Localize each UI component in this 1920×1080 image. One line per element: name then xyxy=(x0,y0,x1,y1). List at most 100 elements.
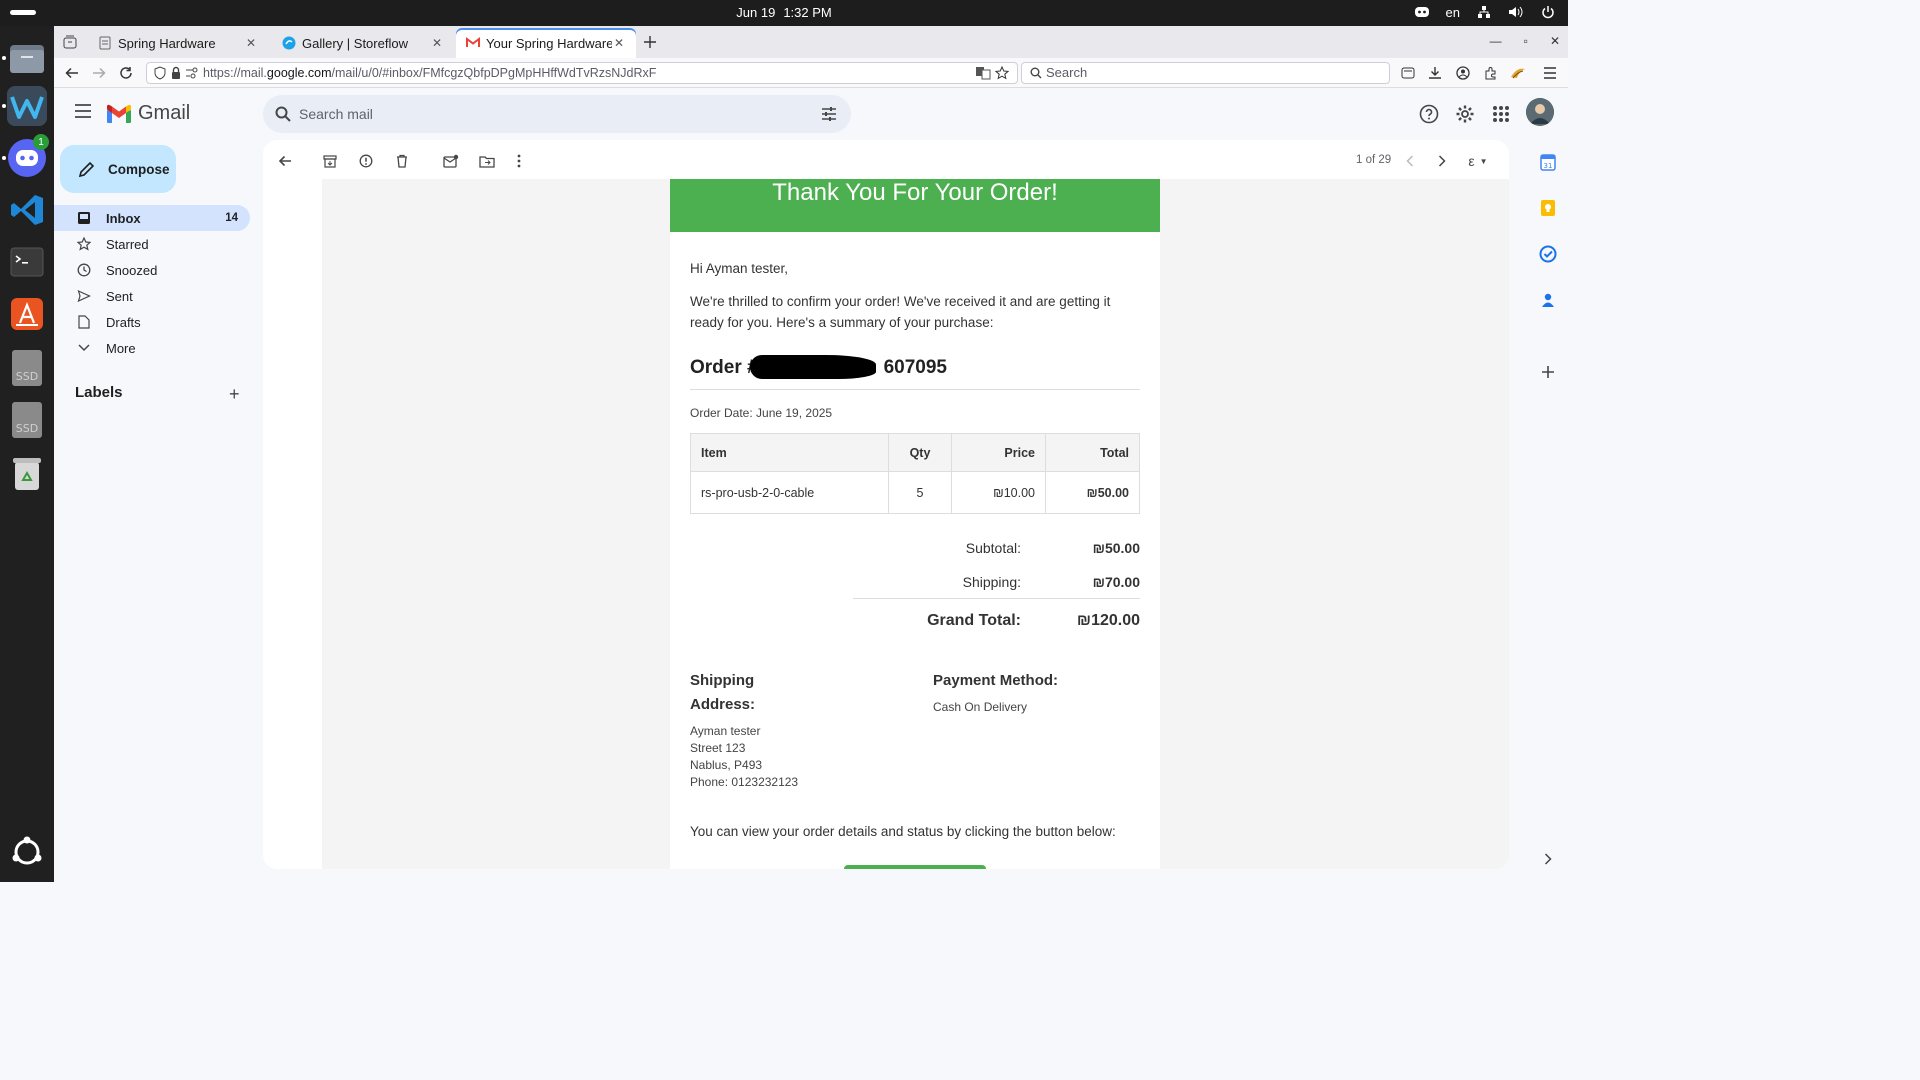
add-label-icon[interactable]: + xyxy=(229,384,240,405)
discord-app-icon[interactable]: 1 xyxy=(7,134,49,178)
tab-gmail-order[interactable]: Your Spring Hardware Or ✕ xyxy=(456,28,636,58)
nav-label: Starred xyxy=(106,236,149,252)
permissions-icon[interactable] xyxy=(184,65,200,81)
close-tab-icon[interactable]: ✕ xyxy=(430,36,444,50)
downloads-icon[interactable] xyxy=(1427,65,1443,81)
heading-line: Shipping xyxy=(690,672,755,689)
tab-list-icon[interactable] xyxy=(62,34,78,50)
view-order-button[interactable] xyxy=(844,865,986,869)
mark-unread-icon[interactable] xyxy=(443,153,459,169)
minimize-icon[interactable]: — xyxy=(1490,34,1502,48)
inbox-icon xyxy=(76,210,92,226)
settings-gear-icon[interactable] xyxy=(1454,103,1476,125)
move-to-icon[interactable] xyxy=(479,153,495,169)
discord-tray-icon[interactable] xyxy=(1414,4,1430,20)
new-tab-icon[interactable] xyxy=(642,34,658,50)
search-icon[interactable] xyxy=(275,106,291,125)
grand-total-label: Grand Total: xyxy=(927,612,1021,629)
back-arrow-icon[interactable] xyxy=(277,153,293,169)
browser-search-field[interactable]: Search xyxy=(1021,62,1390,84)
maximize-icon[interactable]: ▫ xyxy=(1524,34,1528,48)
search-placeholder: Search mail xyxy=(299,106,373,122)
show-apps-icon[interactable] xyxy=(7,832,47,872)
chevron-left-icon[interactable] xyxy=(1402,153,1418,169)
clock[interactable]: Jun 19 1:32 PM xyxy=(0,5,1568,20)
writer-app-icon[interactable] xyxy=(7,86,47,126)
account-icon[interactable] xyxy=(1455,65,1471,81)
shield-icon[interactable] xyxy=(152,65,168,81)
address-bar[interactable]: https://mail.google.com/mail/u/0/#inbox/… xyxy=(146,62,1018,84)
footer-text: You can view your order details and stat… xyxy=(690,824,1116,839)
help-icon[interactable] xyxy=(1418,103,1440,125)
compose-label: Compose xyxy=(108,161,170,177)
nav-label: Sent xyxy=(106,288,133,304)
nav-sent[interactable]: Sent xyxy=(54,283,250,309)
bookmark-star-icon[interactable] xyxy=(994,65,1010,81)
payment-method: Cash On Delivery xyxy=(933,700,1028,714)
back-icon[interactable] xyxy=(64,65,80,81)
url-prefix: https://mail. xyxy=(203,66,267,80)
lock-icon[interactable] xyxy=(168,65,184,81)
active-indicator xyxy=(2,156,6,160)
close-window-icon[interactable]: ✕ xyxy=(1550,34,1560,48)
gmail-favicon xyxy=(466,36,480,50)
draft-icon xyxy=(76,314,92,330)
add-addon-icon[interactable] xyxy=(1538,362,1558,382)
input-tools-dropdown[interactable]: ε ▼ xyxy=(1466,153,1490,169)
active-indicator xyxy=(2,56,6,60)
chevron-right-icon[interactable] xyxy=(1434,153,1450,169)
page-icon xyxy=(98,36,112,50)
volume-icon[interactable] xyxy=(1508,4,1524,20)
compose-button[interactable]: Compose xyxy=(60,145,176,193)
address-line: Phone: 0123232123 xyxy=(690,775,799,789)
chevron-right-icon[interactable] xyxy=(1538,849,1558,869)
forward-icon[interactable] xyxy=(91,65,107,81)
reader-icon[interactable] xyxy=(1400,65,1416,81)
app-center-icon[interactable] xyxy=(7,294,47,334)
delete-icon[interactable] xyxy=(394,153,410,169)
files-app-icon[interactable] xyxy=(7,38,47,78)
tasks-icon[interactable] xyxy=(1538,244,1558,264)
nav-more[interactable]: More xyxy=(54,335,250,361)
more-vert-icon[interactable] xyxy=(511,153,527,169)
trash-icon[interactable] xyxy=(7,454,47,494)
drive-icon[interactable]: SSD xyxy=(7,400,47,440)
archive-icon[interactable] xyxy=(322,153,338,169)
translate-icon[interactable] xyxy=(975,65,991,81)
vscode-app-icon[interactable] xyxy=(7,190,47,230)
nav-label: Drafts xyxy=(106,314,141,330)
close-tab-icon[interactable]: ✕ xyxy=(244,36,258,50)
nav-starred[interactable]: Starred xyxy=(54,231,250,257)
terminal-app-icon[interactable] xyxy=(7,242,47,282)
gmail-logo-icon xyxy=(106,104,132,123)
thank-you-banner: Thank You For Your Order! xyxy=(670,179,1160,232)
extension-icon[interactable] xyxy=(1510,65,1526,81)
tab-gallery-storeflow[interactable]: Gallery | Storeflow ✕ xyxy=(272,28,454,58)
reload-icon[interactable] xyxy=(118,65,134,81)
extensions-icon[interactable] xyxy=(1483,65,1499,81)
clock-time: 1:32 PM xyxy=(783,5,832,20)
drive-icon[interactable]: SSD xyxy=(7,348,47,388)
network-icon[interactable] xyxy=(1476,4,1492,20)
close-tab-icon[interactable]: ✕ xyxy=(612,36,626,50)
power-icon[interactable] xyxy=(1540,4,1556,20)
cell-price: ₪10.00 xyxy=(951,471,1046,514)
apps-grid-icon[interactable] xyxy=(1490,103,1512,125)
mail-search-bar[interactable]: Search mail xyxy=(263,95,851,133)
tab-spring-hardware[interactable]: Spring Hardware ✕ xyxy=(88,28,268,58)
cell-item: rs-pro-usb-2-0-cable xyxy=(690,471,889,514)
gmail-app: Gmail Search mail Compose Inbox 14 Starr… xyxy=(54,88,1568,882)
language-indicator[interactable]: en xyxy=(1446,5,1460,20)
menu-hamburger-icon[interactable] xyxy=(1542,65,1558,81)
search-options-icon[interactable] xyxy=(821,106,837,125)
nav-snoozed[interactable]: Snoozed xyxy=(54,257,250,283)
nav-label: Inbox xyxy=(106,210,141,226)
nav-drafts[interactable]: Drafts xyxy=(54,309,250,335)
calendar-icon[interactable]: 31 xyxy=(1538,152,1558,172)
report-spam-icon[interactable] xyxy=(358,153,374,169)
keep-icon[interactable] xyxy=(1538,198,1558,218)
gmail-logo[interactable]: Gmail xyxy=(106,102,190,125)
main-menu-icon[interactable] xyxy=(74,104,92,122)
nav-inbox[interactable]: Inbox 14 xyxy=(54,205,250,231)
contacts-icon[interactable] xyxy=(1538,290,1558,310)
